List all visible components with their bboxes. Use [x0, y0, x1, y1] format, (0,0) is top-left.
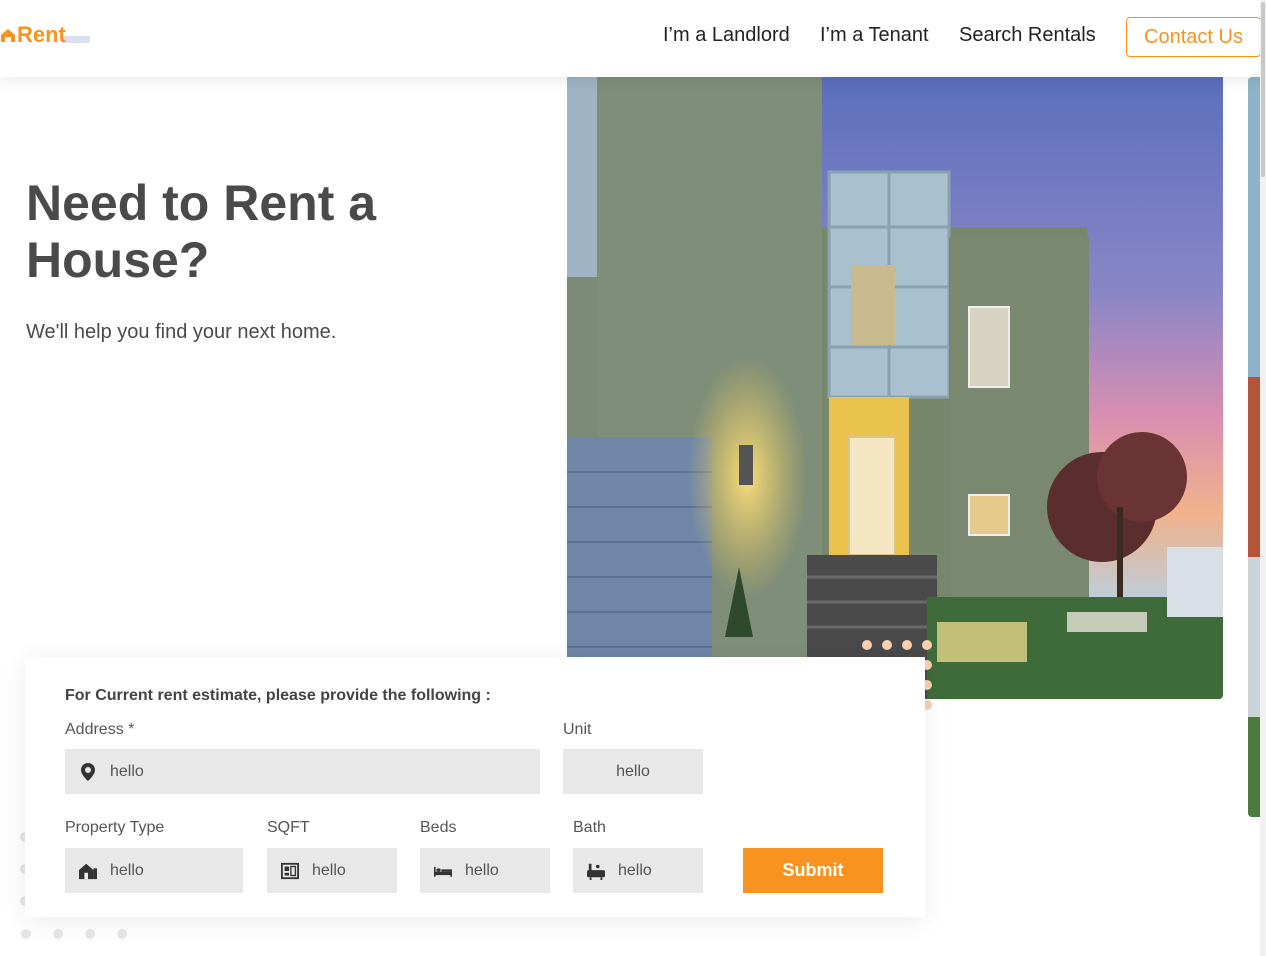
sqft-field[interactable]: hello — [267, 848, 397, 893]
rent-estimate-form: For Current rent estimate, please provid… — [25, 657, 925, 917]
beds-placeholder: hello — [465, 861, 499, 879]
beds-field[interactable]: hello — [420, 848, 550, 893]
bed-icon — [434, 862, 452, 880]
sqft-placeholder: hello — [312, 861, 346, 879]
bathtub-icon — [587, 862, 605, 880]
property-type-label: Property Type — [65, 819, 165, 836]
logo-underline — [62, 36, 90, 43]
contact-us-button[interactable]: Contact Us — [1126, 17, 1261, 57]
house-logo-icon — [0, 28, 16, 42]
sqft-label: SQFT — [267, 819, 310, 836]
unit-label: Unit — [563, 721, 592, 738]
location-pin-icon — [79, 762, 97, 781]
floorplan-icon — [281, 862, 299, 880]
logo[interactable]: Rent — [0, 20, 90, 50]
unit-placeholder: hello — [616, 762, 650, 780]
bath-label: Bath — [573, 819, 606, 836]
bath-field[interactable]: hello — [573, 848, 703, 893]
address-field[interactable]: hello — [65, 749, 540, 794]
hero-title: Need to Rent a House? — [26, 175, 377, 288]
nav-tenant-link[interactable]: I’m a Tenant — [820, 24, 929, 47]
scrollbar[interactable] — [1260, 0, 1266, 956]
beds-label: Beds — [420, 819, 457, 836]
bath-placeholder: hello — [618, 861, 652, 879]
property-type-placeholder: hello — [110, 861, 144, 879]
submit-button[interactable]: Submit — [743, 848, 883, 893]
nav-landlord-link[interactable]: I’m a Landlord — [663, 24, 790, 47]
house-photo — [567, 77, 1223, 699]
address-label: Address * — [65, 721, 135, 738]
nav-search-rentals-link[interactable]: Search Rentals — [959, 24, 1096, 47]
scrollbar-thumb[interactable] — [1261, 2, 1265, 177]
logo-text: Rent — [17, 22, 66, 47]
address-placeholder: hello — [110, 762, 144, 780]
unit-field[interactable]: hello — [563, 749, 703, 794]
hero-subtitle: We'll help you find your next home. — [26, 321, 337, 343]
property-type-field[interactable]: hello — [65, 848, 243, 893]
house-icon — [79, 862, 97, 880]
form-heading: For Current rent estimate, please provid… — [65, 687, 491, 704]
site-header: Rent I’m a Landlord I’m a Tenant Search … — [0, 0, 1266, 77]
